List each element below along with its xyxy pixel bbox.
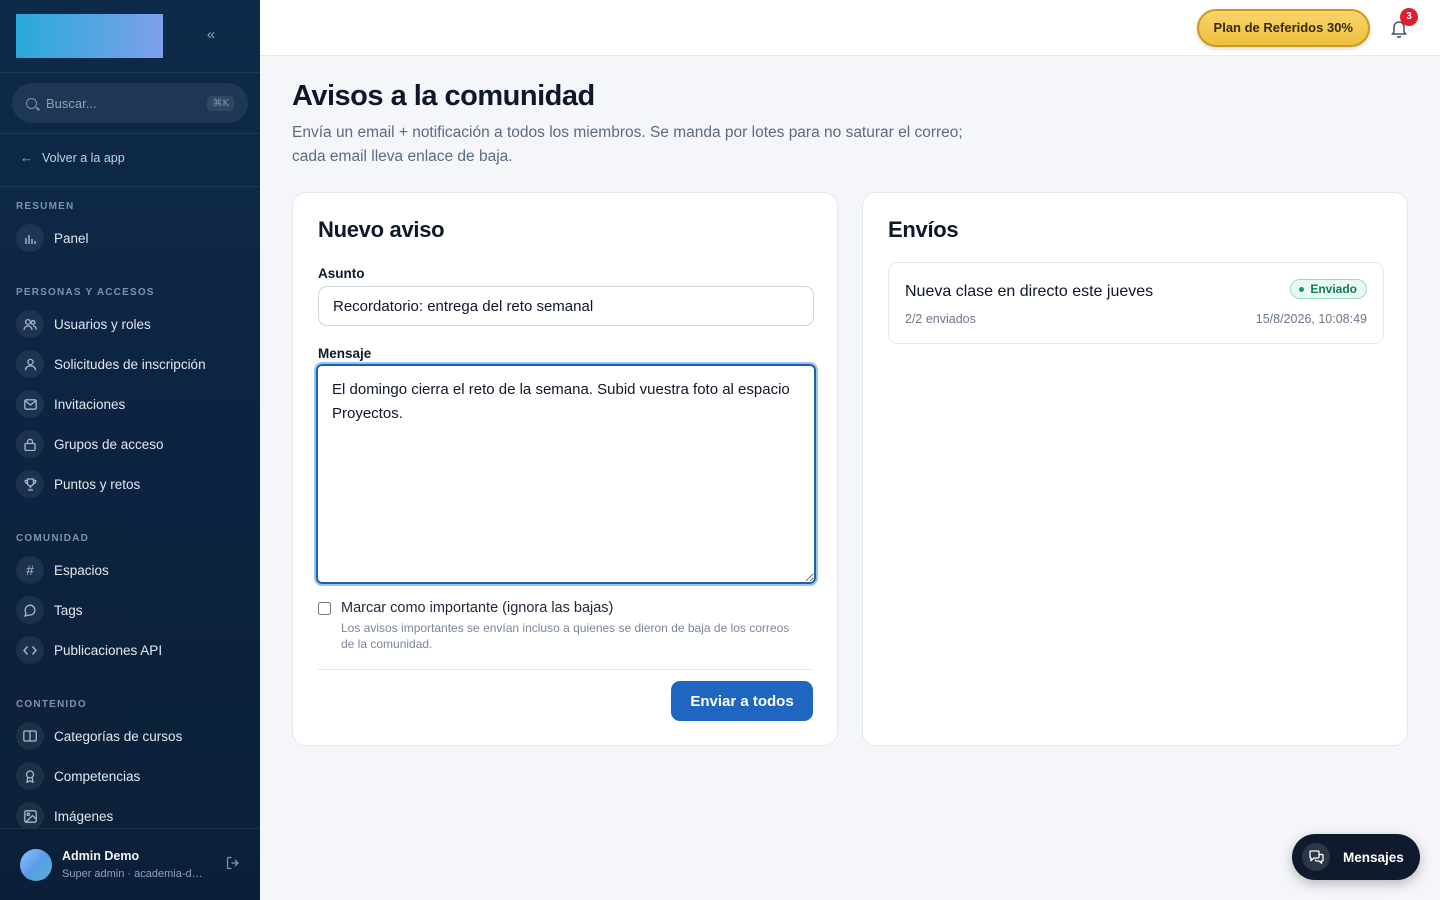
sidebar-item-espacios[interactable]: # Espacios [0, 550, 260, 590]
section-personas: PERSONAS Y ACCESOS [16, 287, 155, 298]
important-checkbox-label[interactable]: Marcar como importante (ignora las bajas… [341, 600, 613, 616]
user-role: Super admin · academia-demo [62, 868, 207, 880]
messages-label: Mensajes [1343, 849, 1404, 865]
subject-input[interactable] [318, 286, 814, 326]
search-box[interactable]: ⌘K [12, 83, 248, 123]
search-shortcut: ⌘K [207, 95, 234, 111]
lock-icon [16, 430, 44, 458]
important-checkbox[interactable] [318, 602, 331, 615]
book-icon [16, 722, 44, 750]
current-user[interactable]: Admin Demo Super admin · academia-demo [0, 828, 260, 900]
sidebar-item-grupos[interactable]: Grupos de acceso [0, 424, 260, 464]
page-title: Avisos a la comunidad [292, 80, 595, 112]
notification-badge: 3 [1400, 8, 1418, 26]
sidebar: « ⌘K ← Volver a la app RESUMEN Panel PER… [0, 0, 260, 900]
sends-title: Envíos [888, 217, 959, 242]
send-date: 15/8/2026, 10:08:49 [1255, 312, 1367, 326]
messages-icon [1302, 843, 1330, 871]
logout-icon[interactable] [226, 856, 240, 873]
divider [0, 133, 260, 134]
sidebar-item-label: Categorías de cursos [54, 728, 183, 744]
topbar: Plan de Referidos 30% 3 [260, 0, 1440, 56]
section-comunidad: COMUNIDAD [16, 533, 90, 544]
sidebar-item-invitaciones[interactable]: Invitaciones [0, 384, 260, 424]
user-name: Admin Demo [62, 849, 140, 863]
hash-icon: # [16, 556, 44, 584]
status-badge: Enviado [1290, 279, 1367, 299]
sidebar-item-label: Tags [54, 602, 83, 618]
send-title: Nueva clase en directo este jueves [905, 283, 1154, 300]
sidebar-item-label: Usuarios y roles [54, 316, 151, 332]
sidebar-item-imagenes[interactable]: Imágenes [0, 796, 260, 828]
sidebar-item-usuarios[interactable]: Usuarios y roles [0, 304, 260, 344]
sidebar-item-label: Grupos de acceso [54, 436, 164, 452]
divider [0, 186, 260, 187]
message-textarea[interactable]: El domingo cierra el reto de la semana. … [314, 362, 818, 586]
section-resumen: RESUMEN [16, 201, 75, 212]
sends-card: Envíos Nueva clase en directo este jueve… [862, 192, 1408, 746]
arrow-left-icon: ← [20, 150, 33, 165]
divider [318, 669, 814, 670]
sidebar-item-label: Imágenes [54, 808, 114, 824]
message-label: Mensaje [318, 346, 372, 361]
sidebar-item-label: Espacios [54, 562, 109, 578]
back-to-app-label: Volver a la app [42, 150, 125, 165]
sidebar-item-label: Invitaciones [54, 396, 126, 412]
status-label: Enviado [1310, 282, 1357, 296]
chat-bubble-icon [16, 596, 44, 624]
list-item[interactable]: Nueva clase en directo este jueves Envia… [888, 262, 1384, 344]
sidebar-item-label: Publicaciones API [54, 642, 163, 658]
bar-chart-icon [16, 224, 44, 252]
new-notice-title: Nuevo aviso [318, 217, 445, 242]
user-icon [16, 350, 44, 378]
user-info: Admin Demo Super admin · academia-demo [62, 849, 207, 880]
sidebar-nav: RESUMEN Panel PERSONAS Y ACCESOS Usuario… [0, 196, 260, 828]
avatar [20, 848, 52, 881]
sidebar-item-solicitudes[interactable]: Solicitudes de inscripción [0, 344, 260, 384]
brand-logo[interactable] [16, 14, 163, 58]
back-to-app-link[interactable]: ← Volver a la app [20, 150, 125, 165]
sidebar-item-label: Solicitudes de inscripción [54, 356, 206, 372]
status-dot-icon [1299, 286, 1305, 292]
messages-button[interactable]: Mensajes [1292, 834, 1420, 880]
send-to-all-button[interactable]: Enviar a todos [671, 681, 813, 721]
award-icon [16, 762, 44, 790]
sidebar-item-puntos[interactable]: Puntos y retos [0, 464, 260, 504]
sidebar-item-label: Panel [54, 230, 89, 246]
page-description: Envía un email + notificación a todos lo… [292, 124, 963, 165]
important-help-text: Los avisos importantes se envían incluso… [341, 621, 790, 651]
code-icon [16, 636, 44, 664]
sidebar-item-publicaciones[interactable]: Publicaciones API [0, 630, 260, 670]
sidebar-item-categorias[interactable]: Categorías de cursos [0, 716, 260, 756]
image-icon [16, 802, 44, 828]
subject-label: Asunto [318, 266, 365, 281]
referral-plan-button[interactable]: Plan de Referidos 30% [1196, 9, 1370, 47]
search-input[interactable] [46, 95, 196, 111]
sidebar-item-label: Puntos y retos [54, 476, 141, 492]
sidebar-item-tags[interactable]: Tags [0, 590, 260, 630]
collapse-sidebar-icon[interactable]: « [200, 24, 222, 46]
trophy-icon [16, 470, 44, 498]
send-count: 2/2 enviados [905, 312, 976, 326]
search-icon [26, 97, 37, 109]
sidebar-item-competencias[interactable]: Competencias [0, 756, 260, 796]
sidebar-item-label: Competencias [54, 768, 141, 784]
new-notice-card: Nuevo aviso Asunto Mensaje El domingo ci… [292, 192, 838, 746]
sidebar-header: « [0, 0, 260, 73]
users-icon [16, 310, 44, 338]
sidebar-item-panel[interactable]: Panel [0, 218, 260, 258]
section-contenido: CONTENIDO [16, 699, 87, 710]
mail-icon [16, 390, 44, 418]
